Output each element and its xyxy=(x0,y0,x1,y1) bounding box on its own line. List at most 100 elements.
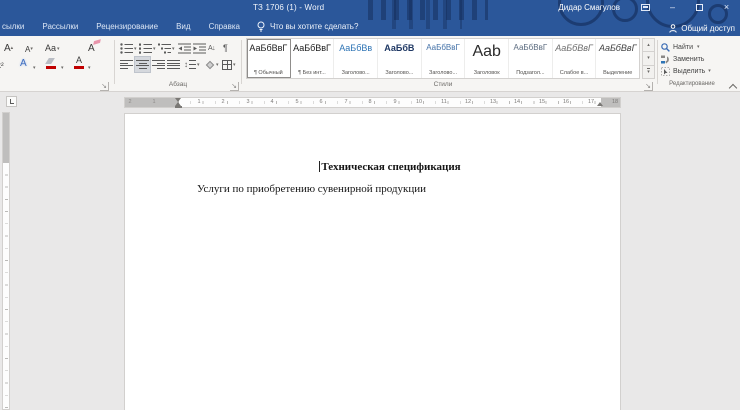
font-color-button[interactable]: А xyxy=(74,55,84,70)
window-controls: – × xyxy=(632,0,740,15)
gallery-more-button[interactable]: ▾ xyxy=(642,66,655,79)
style-subtitle[interactable]: АаБбВвГ Подзагол... xyxy=(509,39,553,78)
increase-indent-button[interactable] xyxy=(193,41,206,56)
shading-button[interactable]: ▾ xyxy=(205,57,219,72)
numbering-button[interactable]: ▾ xyxy=(139,41,156,56)
sort-button[interactable]: А↓ xyxy=(208,41,215,56)
caret-down-icon: ▾ xyxy=(647,55,650,61)
tell-me-label: Что вы хотите сделать? xyxy=(270,22,358,31)
ruler-text-area: 1 2 3 4 5 6 7 8 9 10 11 12 13 14 15 16 1… xyxy=(179,98,601,107)
decrease-indent-button[interactable] xyxy=(178,41,191,56)
close-icon: × xyxy=(724,3,729,12)
ribbon-display-options-button[interactable] xyxy=(632,0,659,15)
eraser-icon xyxy=(93,39,101,45)
subscript-button-partial[interactable]: x² xyxy=(0,58,5,73)
document-paragraph[interactable]: Услуги по приобретению сувенирной продук… xyxy=(197,183,426,195)
style-no-spacing[interactable]: АаБбВвГ ¶ Без инт... xyxy=(291,39,335,78)
ruler-number: 18 xyxy=(610,98,620,107)
tab-mailings[interactable]: Рассылки xyxy=(33,22,87,31)
superscript-icon: x² xyxy=(0,61,5,70)
multilevel-list-button[interactable]: ▾ xyxy=(158,41,175,56)
dropdown-caret-icon: ▾ xyxy=(216,62,219,68)
share-label: Общий доступ xyxy=(681,24,735,33)
style-heading1[interactable]: АаБбВв Заголово... xyxy=(334,39,378,78)
gallery-scroll-up-button[interactable]: ▴ xyxy=(642,38,655,52)
style-subtle-emphasis[interactable]: АаБбВвГ Слабое в... xyxy=(553,39,597,78)
replace-button[interactable]: Заменить xyxy=(661,53,704,65)
align-left-button[interactable] xyxy=(120,57,133,72)
select-button[interactable]: Выделить ▾ xyxy=(661,65,711,77)
font-color-bar xyxy=(74,66,84,69)
ribbon-display-options-icon xyxy=(641,4,650,11)
font-dialog-launcher[interactable]: ↘ xyxy=(100,82,109,91)
left-indent-marker[interactable] xyxy=(175,106,182,108)
gallery-scroll-down-button[interactable]: ▾ xyxy=(642,52,655,65)
text-effects-button[interactable]: А xyxy=(20,56,27,71)
document-workspace: 2 1 1 2 3 4 5 6 7 8 9 10 11 12 13 14 15 … xyxy=(0,92,740,410)
styles-dialog-launcher[interactable]: ↘ xyxy=(644,82,653,91)
tab-stop-selector[interactable] xyxy=(6,96,17,107)
shrink-font-button[interactable]: А▾ xyxy=(25,42,33,57)
shading-bucket-icon xyxy=(206,60,214,68)
right-indent-marker[interactable] xyxy=(597,102,603,106)
dropdown-caret-icon: ▾ xyxy=(61,65,64,71)
ruler-number: 9 xyxy=(390,98,400,107)
tab-review[interactable]: Рецензирование xyxy=(87,22,167,31)
document-page[interactable]: Техническая спецификация Услуги по приоб… xyxy=(124,113,621,410)
borders-button[interactable]: ▾ xyxy=(222,57,236,72)
font-color-caret[interactable]: ▾ xyxy=(87,60,91,75)
justify-button[interactable] xyxy=(167,57,180,72)
style-emphasis[interactable]: АаБбВвГ Выделение xyxy=(596,39,639,78)
align-right-button[interactable] xyxy=(152,57,165,72)
clear-formatting-icon: А xyxy=(88,44,95,54)
horizontal-ruler: 2 1 1 2 3 4 5 6 7 8 9 10 11 12 13 14 15 … xyxy=(124,97,621,108)
clear-formatting-button[interactable]: А xyxy=(88,41,95,56)
change-case-icon: Aa xyxy=(45,44,56,53)
launcher-arrow-icon: ↘ xyxy=(645,83,651,90)
ruler-margin-number: 1 xyxy=(149,98,159,107)
share-button[interactable]: Общий доступ xyxy=(669,24,735,33)
style-normal[interactable]: АаБбВвГ ¶ Обычный xyxy=(247,39,291,78)
text-effects-caret[interactable]: ▾ xyxy=(32,60,36,75)
highlight-caret[interactable]: ▾ xyxy=(60,60,64,75)
account-user-name[interactable]: Дидар Смагулов xyxy=(558,3,620,12)
find-button[interactable]: Найти ▾ xyxy=(661,41,700,53)
change-case-button[interactable]: Aa▾ xyxy=(45,41,60,56)
ruler-number: 17 xyxy=(586,98,596,107)
tell-me-box[interactable]: Что вы хотите сделать? xyxy=(257,21,358,32)
line-spacing-lines-icon xyxy=(189,60,196,69)
style-heading2[interactable]: АаБбВ Заголово... xyxy=(378,39,422,78)
paragraph-dialog-launcher[interactable]: ↘ xyxy=(230,82,239,91)
sort-az-icon: А↓ xyxy=(208,45,215,52)
ruler-number: 2 xyxy=(218,98,228,107)
text-highlight-color-button[interactable] xyxy=(46,56,56,71)
tab-view[interactable]: Вид xyxy=(167,22,199,31)
close-button[interactable]: × xyxy=(713,0,740,15)
minimize-button[interactable]: – xyxy=(659,0,686,15)
tab-references-partial[interactable]: сылки xyxy=(0,22,33,31)
grow-font-button[interactable]: А▴ xyxy=(4,41,13,56)
collapse-ribbon-button[interactable] xyxy=(729,84,737,92)
vertical-ruler xyxy=(2,112,10,410)
align-center-button[interactable] xyxy=(135,57,150,72)
pilcrow-icon: ¶ xyxy=(223,43,228,53)
ruler-number: 3 xyxy=(243,98,253,107)
ruler-number: 12 xyxy=(463,98,473,107)
dropdown-caret-icon: ▾ xyxy=(33,65,36,71)
ruler-number: 16 xyxy=(561,98,571,107)
tab-help[interactable]: Справка xyxy=(200,22,249,31)
document-heading[interactable]: Техническая спецификация xyxy=(179,161,601,173)
maximize-button[interactable] xyxy=(686,0,713,15)
show-formatting-marks-button[interactable]: ¶ xyxy=(223,40,228,55)
decrease-indent-icon xyxy=(178,43,191,54)
bullets-button[interactable]: ▾ xyxy=(120,41,137,56)
line-spacing-button[interactable]: ↕ ▾ xyxy=(184,57,200,72)
style-title[interactable]: Aab Заголовок xyxy=(465,39,509,78)
ruler-number: 4 xyxy=(267,98,277,107)
heading-text: Техническая спецификация xyxy=(321,161,460,173)
style-heading3[interactable]: АаБбВвГ Заголово... xyxy=(422,39,466,78)
align-right-icon xyxy=(152,59,165,70)
titlebar-decoration-bars-2 xyxy=(392,0,462,29)
line-spacing-arrows-icon: ↕ xyxy=(184,60,188,69)
font-color-icon: А xyxy=(76,56,82,65)
